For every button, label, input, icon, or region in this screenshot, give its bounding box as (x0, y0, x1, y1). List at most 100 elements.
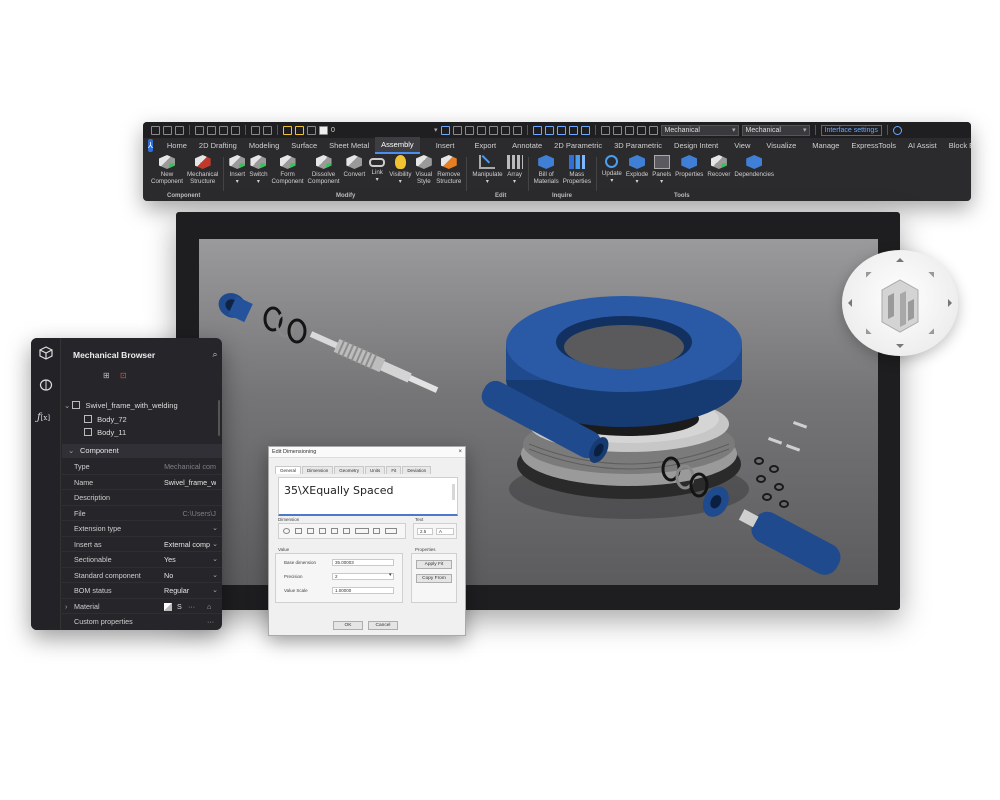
dimension-text-input[interactable]: 35\XEqually Spaced (278, 477, 458, 516)
dialog-tab-geometry[interactable]: Geometry (334, 466, 365, 474)
property-row-insert-as[interactable]: Insert as External comp ⌄ (62, 537, 222, 553)
layer-value[interactable]: 0 (331, 127, 431, 134)
open-file-icon[interactable] (163, 125, 172, 135)
lock-icon[interactable] (307, 125, 316, 135)
mass-properties-button[interactable]: Mass Properties (561, 155, 593, 193)
save-icon[interactable] (175, 125, 184, 135)
explode-button[interactable]: Explode ▾ (624, 155, 650, 193)
symbol-counterbore-icon[interactable] (355, 528, 369, 534)
visual-style-button[interactable]: Visual Style (413, 155, 434, 193)
plot-icon[interactable] (207, 125, 216, 135)
sphere-icon[interactable] (556, 125, 566, 135)
chevron-down-icon[interactable]: ▾ (434, 126, 438, 134)
browser-scrollbar[interactable] (218, 400, 220, 436)
osnap-icon[interactable] (476, 125, 486, 135)
chevron-down-icon[interactable]: ▾ (389, 572, 392, 578)
chevron-down-icon[interactable]: ⌄ (212, 568, 218, 584)
torus-icon[interactable] (580, 125, 590, 135)
recover-button[interactable]: Recover (705, 155, 732, 193)
property-row-bom-status[interactable]: BOM status Regular ⌄ (62, 583, 222, 599)
tab-design-intent[interactable]: Design Intent (668, 138, 724, 153)
app-logo[interactable]: ⅄ (148, 139, 153, 152)
tab-2d-parametric[interactable]: 2D Parametric (548, 138, 608, 153)
chevron-down-icon[interactable]: ⌄ (212, 521, 218, 537)
tree-root-item[interactable]: ⌄ Swivel_frame_with_welding (64, 400, 178, 412)
filter-icon[interactable]: ⊡ (120, 371, 132, 382)
tab-home[interactable]: Home (161, 138, 193, 153)
visibility-button[interactable]: Visibility ▾ (387, 155, 413, 193)
tree-child-item[interactable]: Body_72 (84, 414, 127, 426)
text-font-field[interactable]: A (436, 528, 454, 535)
symbol-diameter-icon[interactable] (283, 528, 290, 534)
switch-button[interactable]: Switch ▾ (247, 155, 269, 193)
properties-button[interactable]: Properties (673, 155, 705, 193)
gear-icon[interactable] (624, 125, 634, 135)
symbol-plusminus-icon[interactable] (331, 528, 338, 534)
function-icon[interactable]: ƒ[x] (37, 412, 57, 426)
precision-field[interactable]: 2 (332, 573, 394, 580)
grid-icon[interactable] (500, 125, 510, 135)
close-icon[interactable]: × (458, 447, 462, 458)
value-scale-field[interactable]: 1.00000 (332, 587, 394, 594)
apply-fit-button[interactable]: Apply Fit (416, 560, 452, 569)
manipulate-button[interactable]: Manipulate ▾ (470, 155, 504, 193)
image-icon[interactable] (648, 125, 658, 135)
tab-insert[interactable]: Insert (420, 138, 461, 153)
layers-icon[interactable] (612, 125, 622, 135)
tab-assembly[interactable]: Assembly (375, 137, 420, 154)
symbol-countersink-icon[interactable] (373, 528, 380, 534)
base-dimension-field[interactable]: 35.00003 (332, 559, 394, 566)
tree-view-icon[interactable]: ⊞ (103, 371, 115, 382)
chevron-right-icon[interactable]: › (65, 599, 67, 615)
search-icon[interactable]: ⌕ (210, 349, 220, 359)
cylinder-icon[interactable] (544, 125, 554, 135)
tab-expresstools[interactable]: ExpressTools (845, 138, 902, 153)
tab-2d-drafting[interactable]: 2D Drafting (193, 138, 243, 153)
tab-sheet-metal[interactable]: Sheet Metal (323, 138, 375, 153)
tab-block-editor[interactable]: Block Editor (943, 138, 971, 153)
dependencies-button[interactable]: Dependencies (732, 155, 776, 193)
polar-icon[interactable] (452, 125, 462, 135)
cancel-button[interactable]: Cancel (368, 621, 398, 630)
chevron-down-icon[interactable]: ⌄ (64, 401, 70, 410)
tab-export[interactable]: Export (460, 138, 502, 153)
snap-icon[interactable] (440, 125, 450, 135)
symbol-square-icon[interactable] (307, 528, 314, 534)
property-row-extension-type[interactable]: Extension type ⌄ (62, 521, 222, 537)
workspace-combo[interactable]: Mechanical (660, 124, 739, 136)
ok-button[interactable]: OK (333, 621, 363, 630)
table-icon[interactable] (600, 125, 610, 135)
tab-ai-assist[interactable]: AI Assist (902, 138, 943, 153)
more-icon[interactable]: ··· (188, 599, 195, 615)
symbol-degree-icon[interactable] (319, 528, 326, 534)
box-icon[interactable] (532, 125, 542, 135)
chevron-down-icon[interactable]: ⌄ (212, 537, 218, 553)
cube-icon[interactable] (39, 346, 53, 360)
update-button[interactable]: Update ▾ (600, 155, 624, 193)
symbol-radius-icon[interactable] (295, 528, 302, 534)
remove-structure-button[interactable]: Remove Structure (434, 155, 463, 193)
settings-icon[interactable] (231, 125, 240, 135)
property-row-description[interactable]: Description (62, 490, 222, 506)
viewcube-navigator[interactable] (842, 250, 958, 356)
property-row-custom-properties[interactable]: Custom properties ··· (62, 614, 222, 630)
tree-child-item[interactable]: Body_11 (84, 427, 126, 439)
dialog-tab-general[interactable]: General (275, 466, 302, 474)
text-scrollbar[interactable] (452, 484, 455, 500)
print-icon[interactable] (195, 125, 204, 135)
dialog-tab-dimension[interactable]: Dimension (302, 466, 334, 474)
convert-button[interactable]: Convert (342, 155, 368, 193)
sun-icon[interactable] (295, 125, 304, 135)
link-button[interactable]: Link ▾ (367, 155, 387, 193)
insert-button[interactable]: Insert ▾ (227, 155, 247, 193)
property-row-material[interactable]: › Material S ··· ⌂ (62, 599, 222, 615)
tab-manage[interactable]: Manage (802, 138, 845, 153)
mechanical-structure-button[interactable]: Mechanical Structure (185, 155, 220, 193)
chevron-down-icon[interactable]: ⌄ (212, 583, 218, 599)
dynamic-ucs-icon[interactable] (512, 125, 522, 135)
tab-3d-parametric[interactable]: 3D Parametric (608, 138, 668, 153)
tab-view[interactable]: View (724, 138, 756, 153)
help-icon[interactable] (892, 125, 902, 135)
text-height-field[interactable]: 2.5 (417, 528, 433, 535)
tab-visualize[interactable]: Visualize (756, 138, 802, 153)
